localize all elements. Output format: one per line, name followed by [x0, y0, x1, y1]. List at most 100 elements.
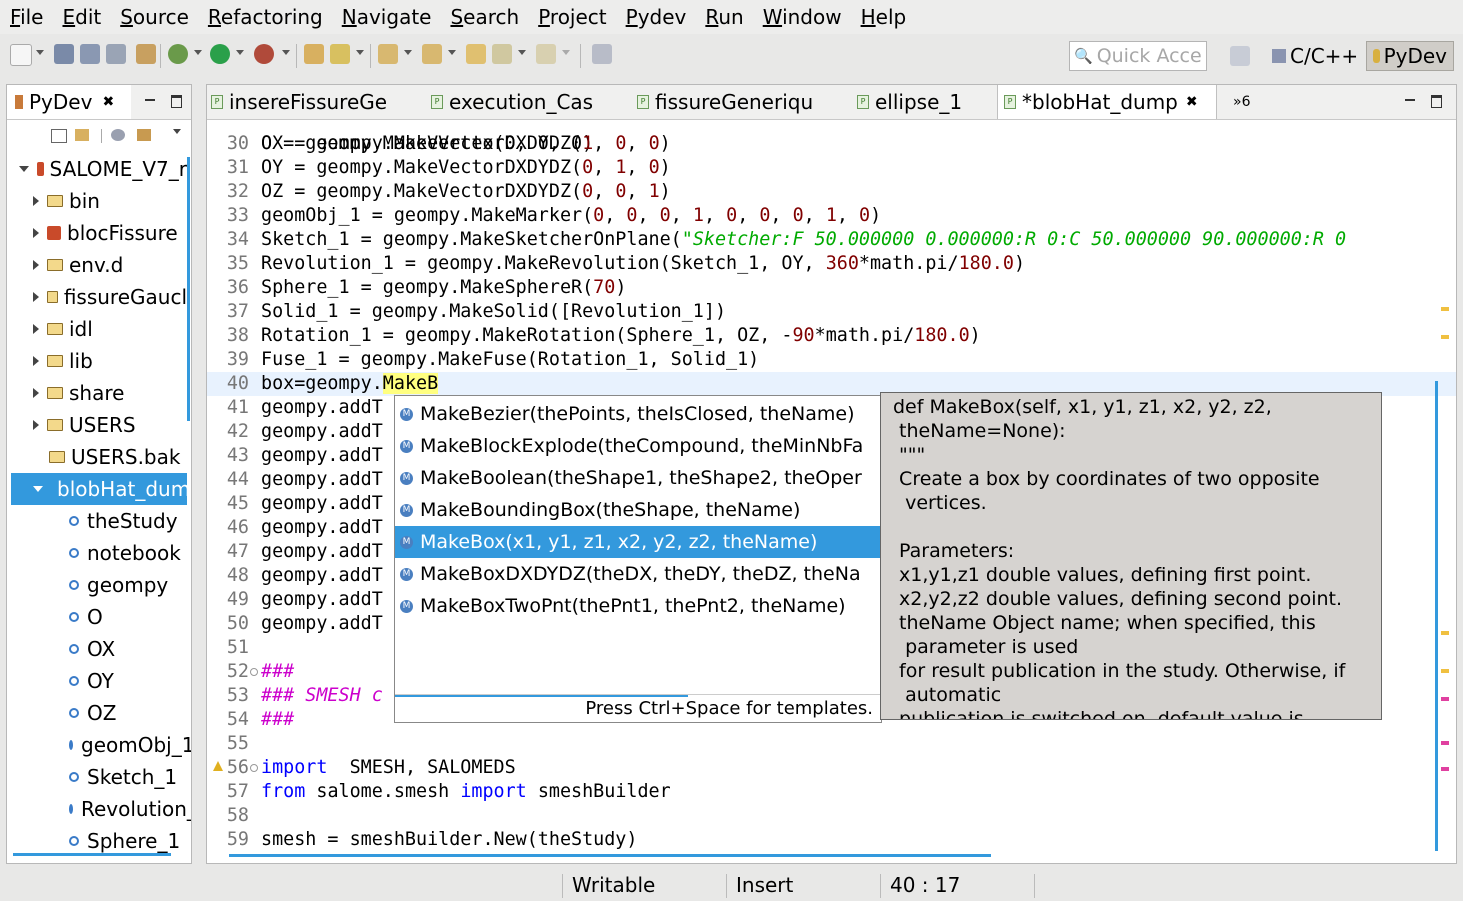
- collapsed-arrow-icon[interactable]: [33, 292, 39, 302]
- menu-window[interactable]: Window: [753, 0, 851, 34]
- pin-editor-icon[interactable]: [592, 44, 612, 64]
- forward-icon[interactable]: [536, 44, 556, 64]
- save-icon[interactable]: [54, 44, 74, 64]
- fold-icon[interactable]: [250, 668, 258, 676]
- tree-item[interactable]: fissureGaucl: [11, 281, 187, 313]
- minimize-icon[interactable]: [1405, 99, 1415, 101]
- overview-marker[interactable]: [1441, 697, 1449, 701]
- collapsed-arrow-icon[interactable]: [33, 260, 39, 270]
- chevron-down-icon[interactable]: [518, 50, 526, 55]
- link-with-editor-icon[interactable]: [75, 129, 89, 141]
- external-tools-icon[interactable]: [254, 44, 274, 64]
- chevron-down-icon[interactable]: [356, 50, 364, 55]
- collapsed-arrow-icon[interactable]: [33, 324, 39, 334]
- maximize-icon[interactable]: [1431, 95, 1442, 108]
- tree-item[interactable]: OY: [11, 665, 187, 697]
- overview-marker[interactable]: [1441, 307, 1449, 311]
- tree-item[interactable]: notebook: [11, 537, 187, 569]
- menu-pydev[interactable]: Pydev: [616, 0, 696, 34]
- back-icon[interactable]: [492, 44, 512, 64]
- tab-fissuregenerique[interactable]: P fissureGeneriqu: [637, 85, 837, 119]
- tab-execution-cas[interactable]: P execution_Cas: [431, 85, 631, 119]
- tab-inserefissurege[interactable]: P insereFissureGe: [211, 85, 421, 119]
- next-annotation-icon[interactable]: [378, 44, 398, 64]
- chevron-down-icon[interactable]: [36, 50, 44, 55]
- open-perspective-icon[interactable]: [1230, 46, 1250, 66]
- menu-edit[interactable]: Edit: [52, 0, 110, 34]
- chevron-down-icon[interactable]: [236, 50, 244, 55]
- tab-pydev-explorer[interactable]: PyDev ✖: [7, 85, 131, 119]
- menu-navigate[interactable]: Navigate: [332, 0, 441, 34]
- overview-marker[interactable]: [1441, 335, 1449, 339]
- collapsed-arrow-icon[interactable]: [33, 356, 39, 366]
- tree-item[interactable]: geompy: [11, 569, 187, 601]
- chevron-down-icon[interactable]: [562, 50, 570, 55]
- tree-item[interactable]: blocFissure: [11, 217, 187, 249]
- completion-item[interactable]: M MakeBezier(thePoints, theIsClosed, theN…: [395, 398, 881, 430]
- expanded-arrow-icon[interactable]: [33, 486, 43, 492]
- menu-help[interactable]: Help: [851, 0, 916, 34]
- menu-run[interactable]: Run: [695, 0, 752, 34]
- maximize-icon[interactable]: [171, 95, 182, 108]
- tree-item[interactable]: USERS: [11, 409, 187, 441]
- previous-annotation-icon[interactable]: [422, 44, 442, 64]
- menu-project[interactable]: Project: [528, 0, 615, 34]
- perspective-pydev[interactable]: PyDev: [1366, 41, 1454, 71]
- menu-source[interactable]: Source: [110, 0, 198, 34]
- tree-item[interactable]: env.d: [11, 249, 187, 281]
- overview-marker[interactable]: [1441, 631, 1449, 635]
- chevron-down-icon[interactable]: [194, 50, 202, 55]
- search-tool-icon[interactable]: [330, 44, 350, 64]
- filter-icon[interactable]: [111, 129, 125, 141]
- horizontal-scrollbar[interactable]: [13, 853, 171, 856]
- vertical-scrollbar[interactable]: [1435, 381, 1438, 851]
- tree-item[interactable]: theStudy: [11, 505, 187, 537]
- collapsed-arrow-icon[interactable]: [33, 420, 39, 430]
- completion-item[interactable]: M MakeBlockExplode(theCompound, theMinNbF…: [395, 430, 881, 462]
- run-icon[interactable]: [210, 44, 230, 64]
- tree-item[interactable]: lib: [11, 345, 187, 377]
- overview-marker[interactable]: [1441, 669, 1449, 673]
- warning-icon[interactable]: [213, 761, 223, 771]
- perspective-cpp[interactable]: C/C++: [1266, 41, 1364, 71]
- expanded-arrow-icon[interactable]: [19, 166, 29, 172]
- close-icon[interactable]: ✖: [1186, 94, 1198, 110]
- tab-overflow-button[interactable]: »6: [1233, 85, 1273, 119]
- menu-search[interactable]: Search: [440, 0, 528, 34]
- tree-item[interactable]: Revolution_: [11, 793, 191, 825]
- tree-item[interactable]: share: [11, 377, 187, 409]
- tree-item[interactable]: SALOME_V7_r: [11, 153, 187, 185]
- menu-file[interactable]: File: [0, 0, 52, 34]
- view-menu-icon[interactable]: [173, 129, 181, 134]
- close-icon[interactable]: ✖: [102, 94, 114, 110]
- chevron-down-icon[interactable]: [448, 50, 456, 55]
- tree-item[interactable]: Sketch_1: [11, 761, 187, 793]
- collapsed-arrow-icon[interactable]: [33, 196, 39, 206]
- tree-item[interactable]: O: [11, 601, 187, 633]
- last-edit-icon[interactable]: [466, 44, 486, 64]
- tree-item[interactable]: USERS.bak: [11, 441, 187, 473]
- open-folder-icon[interactable]: [304, 44, 324, 64]
- focus-icon[interactable]: [137, 129, 151, 141]
- completion-item[interactable]: M MakeBoundingBox(theShape, theName): [395, 494, 881, 526]
- fold-icon[interactable]: [250, 764, 258, 772]
- open-perspective-icon[interactable]: [136, 44, 156, 64]
- tab-ellipse-1[interactable]: P ellipse_1: [857, 85, 997, 119]
- completion-item[interactable]: M MakeBoxDXDYDZ(theDX, theDY, theDZ, theN…: [395, 558, 881, 590]
- completion-item[interactable]: M MakeBoxTwoPnt(thePnt1, thePnt2, theName…: [395, 590, 881, 622]
- tab-blobhat-dump[interactable]: P *blobHat_dump ✖: [997, 85, 1217, 119]
- tree-item[interactable]: bin: [11, 185, 187, 217]
- tree-item[interactable]: geomObj_1: [11, 729, 191, 761]
- debug-icon[interactable]: [168, 44, 188, 64]
- collapsed-arrow-icon[interactable]: [33, 388, 39, 398]
- collapsed-arrow-icon[interactable]: [33, 228, 39, 238]
- chevron-down-icon[interactable]: [282, 50, 290, 55]
- overview-marker[interactable]: [1441, 741, 1449, 745]
- tree-item[interactable]: blobHat_dum: [11, 473, 190, 505]
- tree-item[interactable]: OX: [11, 633, 187, 665]
- tree-item[interactable]: idl: [11, 313, 187, 345]
- collapse-all-icon[interactable]: [51, 129, 67, 143]
- horizontal-scrollbar[interactable]: [229, 854, 991, 857]
- overview-marker[interactable]: [1441, 767, 1449, 771]
- completion-item[interactable]: M MakeBoolean(theShape1, theShape2, theOp…: [395, 462, 881, 494]
